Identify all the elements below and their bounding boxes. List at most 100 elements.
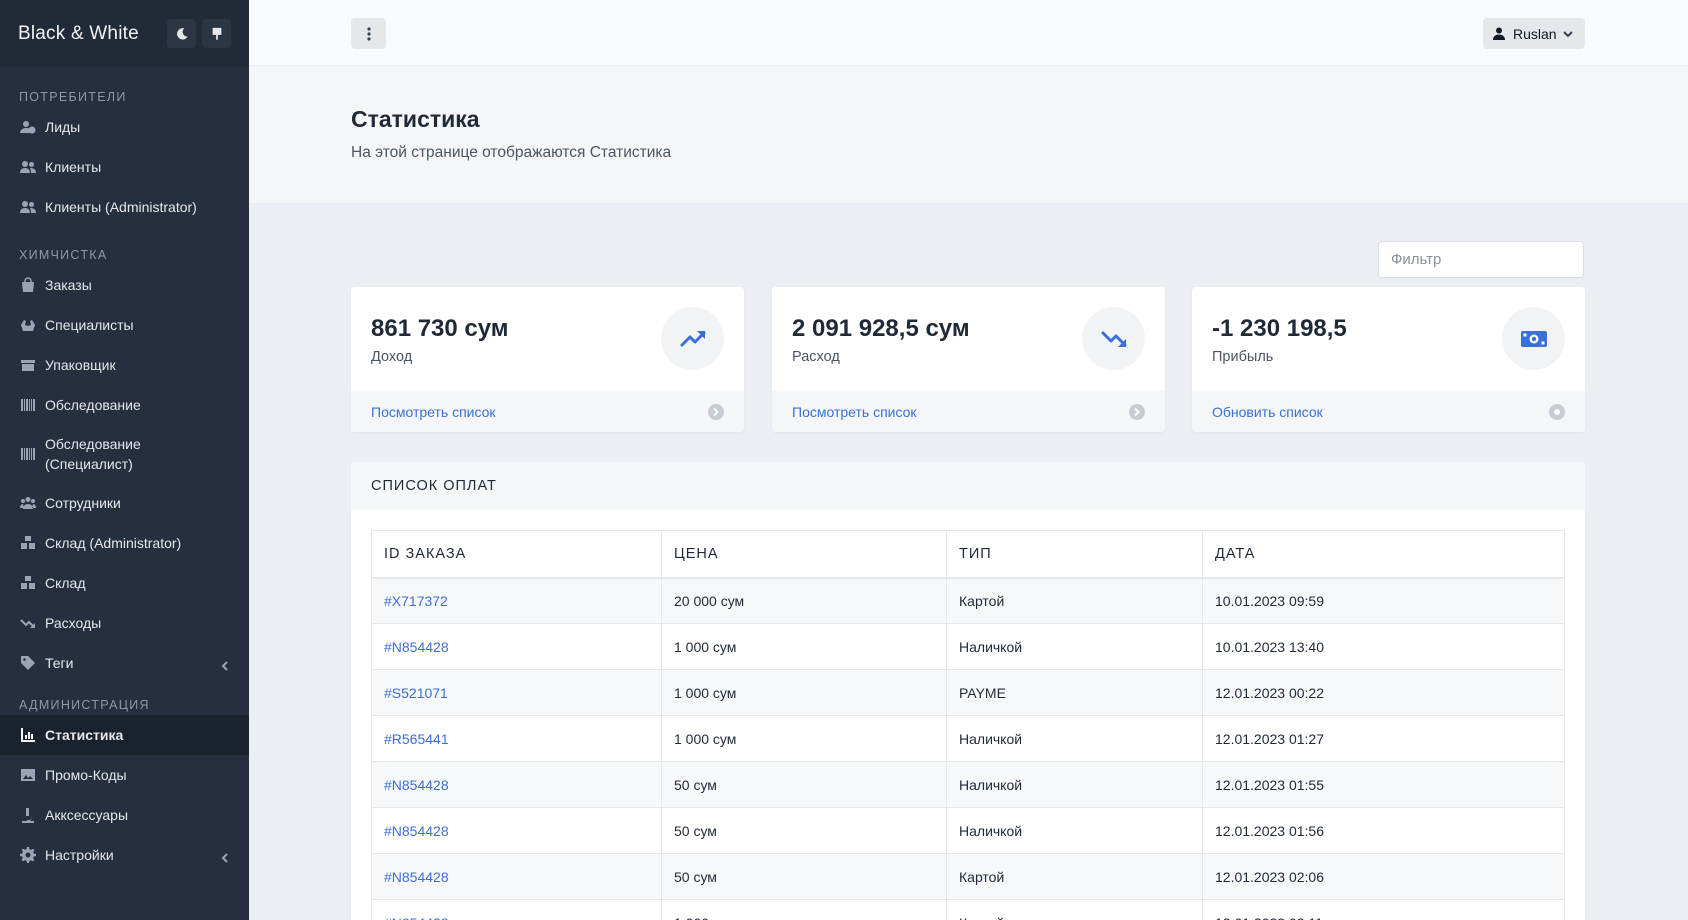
order-id-link[interactable]: #N854428 <box>371 623 662 670</box>
section-admin: АДМИНИСТРАЦИЯ <box>19 698 150 712</box>
price-cell: 1 000 сум <box>661 715 947 762</box>
moon-icon <box>176 27 188 40</box>
brush-toggle[interactable] <box>202 19 231 48</box>
type-cell: Картой <box>946 577 1203 624</box>
barcode-icon <box>21 448 35 460</box>
nav-expenses[interactable]: Расходы <box>0 603 249 643</box>
price-cell: 1 000 сум <box>661 899 947 920</box>
price-cell: 1 000 сум <box>661 623 947 670</box>
nav-leads-label: Лиды <box>45 119 81 135</box>
sidebar: Black & White ПОТРЕБИТЕЛИ Лиды Клиенты К… <box>0 0 249 920</box>
payments-table-wrap: ID ЗАКАЗА ЦЕНА ТИП ДАТА #X717372 20 000 … <box>371 530 1565 920</box>
nav-employees[interactable]: Сотрудники <box>0 483 249 523</box>
user-name: Ruslan <box>1513 25 1557 42</box>
user-menu-button[interactable]: Ruslan <box>1483 18 1585 49</box>
order-id-link[interactable]: #N854428 <box>371 899 662 920</box>
filter-input[interactable] <box>1378 241 1584 278</box>
chevron-down-icon <box>1562 29 1573 39</box>
type-cell: Наличкой <box>946 623 1203 670</box>
table-row: #N854428 50 сум Наличкой 12.01.2023 01:5… <box>371 807 1565 854</box>
arrow-circle-right-icon[interactable] <box>708 403 724 420</box>
order-id-link[interactable]: #N854428 <box>371 807 662 854</box>
section-consumers: ПОТРЕБИТЕЛИ <box>19 90 127 104</box>
nav-clients-label: Клиенты <box>45 159 102 175</box>
income-view-list-link[interactable]: Посмотреть список <box>371 404 708 420</box>
nav-clients-admin-label: Клиенты (Administrator) <box>45 199 197 215</box>
expense-card-footer[interactable]: Посмотреть список <box>772 391 1165 432</box>
chevron-left-icon[interactable] <box>220 658 230 671</box>
chevron-left-icon[interactable] <box>220 850 230 863</box>
expense-card: 2 091 928,5 сум Расход Посмотреть список <box>772 287 1165 432</box>
nav-employees-label: Сотрудники <box>45 495 121 511</box>
profit-card: -1 230 198,5 Прибыль Обновить список <box>1192 287 1585 432</box>
money-bill-icon <box>1502 307 1565 370</box>
date-cell: 10.01.2023 09:59 <box>1202 577 1565 624</box>
brand-title[interactable]: Black & White <box>18 23 161 45</box>
income-card-footer[interactable]: Посмотреть список <box>351 391 744 432</box>
date-cell: 12.01.2023 01:27 <box>1202 715 1565 762</box>
date-cell: 12.01.2023 01:55 <box>1202 761 1565 808</box>
nav-packer[interactable]: Упаковщик <box>0 345 249 385</box>
col-type[interactable]: ТИП <box>946 530 1203 579</box>
profit-value: -1 230 198,5 <box>1212 315 1347 342</box>
nav-specialists[interactable]: Специалисты <box>0 305 249 345</box>
col-date[interactable]: ДАТА <box>1202 530 1565 579</box>
expense-label: Расход <box>792 349 840 365</box>
date-cell: 12.01.2023 02:11 <box>1202 899 1565 920</box>
income-value: 861 730 сум <box>371 315 509 342</box>
barcode-icon <box>21 399 35 411</box>
profit-card-footer[interactable]: Обновить список <box>1192 391 1585 432</box>
col-price[interactable]: ЦЕНА <box>661 530 947 579</box>
nav-clients-admin[interactable]: Клиенты (Administrator) <box>0 187 249 227</box>
order-id-link[interactable]: #X717372 <box>371 577 662 624</box>
more-menu-button[interactable] <box>351 18 386 49</box>
profit-refresh-link[interactable]: Обновить список <box>1212 404 1549 420</box>
nav-settings-label: Настройки <box>45 847 114 863</box>
table-row: #S521071 1 000 сум PAYME 12.01.2023 00:2… <box>371 669 1565 716</box>
nav-leads[interactable]: Лиды <box>0 107 249 147</box>
income-label: Доход <box>371 349 413 365</box>
table-row: #X717372 20 000 сум Картой 10.01.2023 09… <box>371 577 1565 624</box>
nav-accessories[interactable]: Акксессуары <box>0 795 249 835</box>
nav-warehouse[interactable]: Склад <box>0 563 249 603</box>
shopping-bag-icon <box>22 277 34 292</box>
table-header-row: ID ЗАКАЗА ЦЕНА ТИП ДАТА <box>371 530 1565 579</box>
nav-tags[interactable]: Теги <box>0 643 249 683</box>
brand-bar: Black & White <box>0 0 249 67</box>
order-id-link[interactable]: #R565441 <box>371 715 662 762</box>
nav-inspection-specialist[interactable]: Обследование (Специалист) <box>0 425 249 483</box>
type-cell: Наличкой <box>946 761 1203 808</box>
col-order-id[interactable]: ID ЗАКАЗА <box>371 530 662 579</box>
arrow-circle-right-icon[interactable] <box>1129 403 1145 420</box>
nav-statistics[interactable]: Статистика <box>0 715 249 755</box>
expense-value: 2 091 928,5 сум <box>792 315 970 342</box>
top-bar: Ruslan <box>249 0 1688 66</box>
table-row: #R565441 1 000 сум Наличкой 12.01.2023 0… <box>371 715 1565 762</box>
price-cell: 1 000 сум <box>661 669 947 716</box>
nav-promo[interactable]: Промо-Коды <box>0 755 249 795</box>
payments-table: ID ЗАКАЗА ЦЕНА ТИП ДАТА #X717372 20 000 … <box>371 530 1565 920</box>
nav-warehouse-admin[interactable]: Склад (Administrator) <box>0 523 249 563</box>
expense-view-list-link[interactable]: Посмотреть список <box>792 404 1129 420</box>
nav-clients[interactable]: Клиенты <box>0 147 249 187</box>
trend-down-icon <box>20 619 35 628</box>
nav-tags-label: Теги <box>45 655 74 671</box>
nav-inspection[interactable]: Обследование <box>0 385 249 425</box>
order-id-link[interactable]: #N854428 <box>371 853 662 900</box>
dark-mode-toggle[interactable] <box>167 19 196 48</box>
paintbrush-icon <box>212 27 221 40</box>
user-icon <box>1493 27 1505 40</box>
order-id-link[interactable]: #N854428 <box>371 761 662 808</box>
nav-warehouse-admin-label: Склад (Administrator) <box>45 535 182 551</box>
tag-icon <box>21 656 35 670</box>
order-id-link[interactable]: #S521071 <box>371 669 662 716</box>
page-title: Статистика <box>351 106 480 132</box>
type-cell: PAYME <box>946 669 1203 716</box>
nav-settings[interactable]: Настройки <box>0 835 249 875</box>
nav-orders[interactable]: Заказы <box>0 265 249 305</box>
refresh-circle-icon[interactable] <box>1549 403 1565 420</box>
date-cell: 12.01.2023 01:56 <box>1202 807 1565 854</box>
type-cell: Картой <box>946 899 1203 920</box>
nav-promo-label: Промо-Коды <box>45 767 127 783</box>
nav-orders-label: Заказы <box>45 277 92 293</box>
